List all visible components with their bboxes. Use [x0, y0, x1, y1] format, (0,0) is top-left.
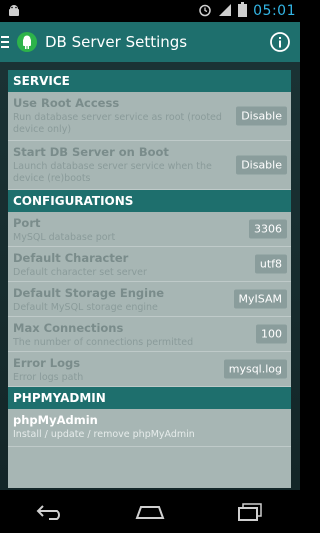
back-icon[interactable]	[30, 497, 70, 527]
setting-row-port[interactable]: Port MySQL database port 3306	[8, 212, 291, 247]
status-time: 05:01	[253, 3, 296, 19]
action-bar: DB Server Settings	[0, 22, 300, 62]
error-logs-value-button[interactable]: mysql.log	[223, 359, 287, 379]
setting-title: Port	[13, 216, 41, 230]
setting-row-phpmyadmin[interactable]: phpMyAdmin Install / update / remove php…	[8, 409, 291, 447]
section-header-service: SERVICE	[8, 70, 291, 92]
info-icon[interactable]	[260, 22, 300, 62]
setting-row-default-storage-engine[interactable]: Default Storage Engine Default MySQL sto…	[8, 282, 291, 317]
app-logo-icon[interactable]	[13, 22, 41, 62]
setting-title: Default Character	[13, 251, 129, 265]
setting-row-start-on-boot[interactable]: Start DB Server on Boot Launch database …	[8, 141, 291, 190]
setting-row-max-connections[interactable]: Max Connections The number of connection…	[8, 317, 291, 352]
android-notification-icon	[6, 3, 22, 19]
drawer-menu-icon[interactable]	[0, 22, 13, 62]
root-access-toggle-button[interactable]: Disable	[236, 106, 287, 126]
home-icon[interactable]	[130, 497, 170, 527]
start-on-boot-toggle-button[interactable]: Disable	[236, 155, 287, 175]
setting-row-default-character[interactable]: Default Character Default character set …	[8, 247, 291, 282]
setting-subtitle: MySQL database port	[13, 232, 116, 243]
setting-subtitle: Default character set server	[13, 267, 147, 278]
setting-subtitle: Install / update / remove phpMyAdmin	[13, 429, 195, 440]
status-bar: 05:01	[0, 0, 300, 22]
storage-engine-value-button[interactable]: MyISAM	[233, 289, 287, 309]
port-value-button[interactable]: 3306	[249, 219, 287, 239]
page-title: DB Server Settings	[45, 33, 188, 51]
setting-row-use-root-access[interactable]: Use Root Access Run database server serv…	[8, 92, 291, 141]
setting-row-error-logs[interactable]: Error Logs Error logs path mysql.log	[8, 352, 291, 387]
setting-subtitle: The number of connections permitted	[13, 337, 194, 348]
section-header-phpmyadmin: PHPMYADMIN	[8, 387, 291, 409]
alarm-icon	[198, 2, 212, 21]
default-character-value-button[interactable]: utf8	[254, 254, 287, 274]
recent-apps-icon[interactable]	[230, 497, 270, 527]
setting-title: phpMyAdmin	[13, 413, 98, 427]
settings-panel: SERVICE Use Root Access Run database ser…	[8, 70, 291, 488]
max-connections-value-button[interactable]: 100	[256, 324, 287, 344]
settings-content: SERVICE Use Root Access Run database ser…	[0, 62, 300, 490]
signal-icon	[218, 2, 232, 21]
battery-icon	[238, 1, 248, 21]
setting-title: Max Connections	[13, 321, 124, 335]
navigation-bar	[0, 490, 300, 533]
section-header-configurations: CONFIGURATIONS	[8, 190, 291, 212]
